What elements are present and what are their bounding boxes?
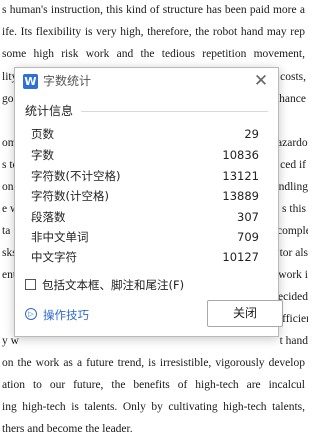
doc-fragment: t hand	[279, 335, 308, 347]
stat-value: 29	[244, 127, 259, 141]
stat-value: 13889	[222, 189, 259, 203]
section-title: 统计信息	[25, 104, 74, 118]
stat-row-words: 字数 10836	[31, 146, 259, 164]
doc-line: ation to our future, the benefits of hig…	[2, 379, 305, 391]
doc-fragment: work i	[278, 269, 308, 281]
doc-line: ife. Its flexibility is very high, there…	[2, 26, 305, 38]
stat-label: 页数	[31, 127, 54, 141]
stat-row-chars-no-spaces: 字符数(不计空格) 13121	[31, 167, 259, 185]
stat-label: 字符数(计空格)	[31, 189, 109, 203]
stat-value: 709	[237, 230, 259, 244]
close-icon[interactable]: ✕	[252, 72, 270, 90]
doc-line: on the work as a future trend, is irresi…	[2, 357, 305, 369]
dialog-title: 字数统计	[43, 74, 92, 88]
stat-row-paragraphs: 段落数 307	[31, 208, 259, 226]
stat-row-chars-with-spaces: 字符数(计空格) 13889	[31, 187, 259, 205]
stat-row-pages: 页数 29	[31, 125, 259, 143]
doc-fragment: costs,	[280, 71, 306, 83]
doc-fragment: azardou	[277, 137, 308, 149]
stat-label: 非中文单词	[31, 230, 89, 244]
play-icon: ▷	[25, 308, 37, 320]
stat-value: 307	[237, 210, 259, 224]
doc-line: ing high-tech is talents. Only by cultiv…	[2, 401, 305, 413]
section-divider	[81, 111, 268, 112]
doc-line: some high risk work and the tedious repe…	[2, 48, 305, 60]
doc-fragment: comple	[277, 225, 308, 237]
doc-fragment: hance	[279, 93, 306, 105]
stat-row-chinese-chars: 中文字符 10127	[31, 248, 259, 266]
stat-label: 段落数	[31, 210, 66, 224]
doc-line: thers and become the leader.	[2, 423, 133, 435]
word-count-dialog: W 字数统计 ✕ 统计信息 页数 29 字数 10836 字符数(不计空格) 1…	[14, 67, 283, 337]
stat-label: 字数	[31, 148, 54, 162]
stat-value: 13121	[222, 169, 259, 183]
close-button[interactable]: 关闭	[207, 300, 283, 327]
include-textboxes-checkbox[interactable]	[25, 279, 36, 290]
stat-value: 10836	[222, 148, 259, 162]
doc-fragment: s this	[282, 203, 306, 215]
checkbox-label: 包括文本框、脚注和尾注(F)	[42, 278, 185, 292]
stat-label: 字符数(不计空格)	[31, 169, 121, 183]
doc-fragment: tor als	[279, 247, 308, 259]
doc-line: s human's instruction, this kind of stru…	[2, 4, 305, 16]
stat-label: 中文字符	[31, 250, 77, 264]
doc-fragment: ndling	[278, 181, 308, 193]
dialog-titlebar[interactable]: W 字数统计 ✕	[15, 68, 278, 96]
stat-value: 10127	[222, 250, 259, 264]
tips-label: 操作技巧	[43, 308, 89, 322]
wps-writer-icon: W	[23, 74, 38, 89]
doc-fragment: ced if	[280, 159, 306, 171]
stat-row-non-chinese-words: 非中文单词 709	[31, 228, 259, 246]
